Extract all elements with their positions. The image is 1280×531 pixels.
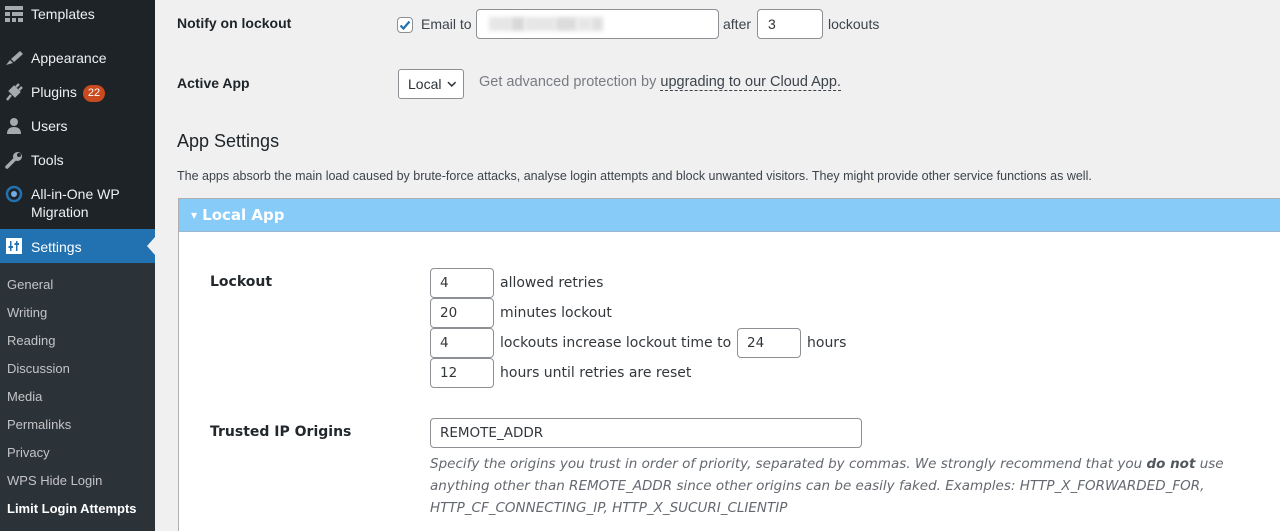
sidebar-item-label: Users bbox=[31, 118, 68, 134]
sidebar-item-tools[interactable]: Tools bbox=[0, 150, 155, 170]
submenu-item-general[interactable]: General bbox=[7, 277, 53, 293]
minutes-lockout-label: minutes lockout bbox=[500, 305, 612, 321]
cloud-app-promo: Get advanced protection by upgrading to … bbox=[479, 74, 841, 91]
settings-submenu: General Writing Reading Discussion Media… bbox=[0, 263, 155, 531]
trusted-ip-origins-label: Trusted IP Origins bbox=[210, 424, 352, 440]
upgrade-cloud-app-link[interactable]: upgrading to our Cloud App. bbox=[660, 74, 841, 91]
sidebar-item-label: Tools bbox=[31, 152, 64, 168]
trusted-ip-help-text: Specify the origins you trust in order o… bbox=[430, 456, 1224, 516]
email-to-label: Email to bbox=[421, 16, 472, 32]
reset-hours-input[interactable]: 12 bbox=[430, 358, 494, 388]
sidebar-item-templates[interactable]: Templates bbox=[0, 4, 155, 24]
sidebar-item-label: Settings bbox=[31, 238, 82, 255]
notify-on-lockout-label: Notify on lockout bbox=[177, 15, 292, 31]
wrench-icon bbox=[4, 150, 24, 170]
submenu-item-permalinks[interactable]: Permalinks bbox=[7, 417, 71, 433]
lockouts-increase-input[interactable]: 4 bbox=[430, 328, 494, 358]
lockouts-count-input[interactable]: 3 bbox=[757, 9, 823, 39]
chevron-down-icon bbox=[447, 81, 457, 87]
paintbrush-icon bbox=[4, 48, 24, 68]
templates-icon bbox=[4, 4, 24, 24]
sidebar-item-label: All-in-One WP Migration bbox=[31, 186, 120, 220]
active-app-select[interactable]: Local bbox=[398, 69, 464, 99]
sidebar-item-label: Templates bbox=[31, 6, 95, 22]
submenu-item-reading[interactable]: Reading bbox=[7, 333, 55, 349]
notify-email-checkbox[interactable] bbox=[397, 17, 413, 33]
sidebar-item-label: Appearance bbox=[31, 50, 107, 66]
after-label: after bbox=[723, 16, 752, 32]
sidebar-item-plugins[interactable]: Plugins 22 bbox=[0, 82, 155, 102]
local-app-panel: ▼ Local App Lockout 4 allowed retries 20… bbox=[178, 198, 1280, 531]
trusted-ip-origins-input[interactable]: REMOTE_ADDR bbox=[430, 418, 862, 448]
admin-sidebar: Templates Appearance Plugins 22 Users Too… bbox=[0, 0, 155, 531]
caret-down-icon: ▼ bbox=[191, 210, 198, 220]
allowed-retries-label: allowed retries bbox=[500, 275, 604, 291]
local-app-panel-header[interactable]: ▼ Local App bbox=[179, 199, 1280, 232]
plugins-update-badge: 22 bbox=[82, 85, 106, 102]
active-app-selected: Local bbox=[408, 76, 442, 92]
hours-label: hours bbox=[807, 335, 847, 351]
checkmark-icon bbox=[399, 20, 411, 30]
sidebar-item-label: Plugins 22 bbox=[31, 82, 106, 102]
local-app-title: Local App bbox=[202, 206, 285, 224]
reset-hours-label: hours until retries are reset bbox=[500, 365, 692, 381]
active-app-label: Active App bbox=[177, 75, 250, 91]
plugin-icon bbox=[4, 82, 24, 102]
user-icon bbox=[4, 116, 24, 136]
submenu-item-limit-login-attempts[interactable]: Limit Login Attempts bbox=[7, 501, 137, 517]
sidebar-item-appearance[interactable]: Appearance bbox=[0, 48, 155, 68]
app-settings-heading: App Settings bbox=[177, 131, 280, 151]
submenu-item-discussion[interactable]: Discussion bbox=[7, 361, 70, 377]
minutes-lockout-input[interactable]: 20 bbox=[430, 298, 494, 328]
submenu-item-privacy[interactable]: Privacy bbox=[7, 445, 50, 461]
sidebar-item-users[interactable]: Users bbox=[0, 116, 155, 136]
lockouts-increase-label: lockouts increase lockout time to bbox=[500, 335, 732, 351]
migration-icon bbox=[4, 184, 24, 204]
submenu-item-media[interactable]: Media bbox=[7, 389, 42, 405]
lockout-label: Lockout bbox=[210, 274, 273, 290]
notify-email-input[interactable] bbox=[476, 9, 719, 39]
main-content: Notify on lockout Email to after 3 locko… bbox=[155, 0, 1280, 531]
active-menu-arrow bbox=[147, 237, 155, 255]
lockouts-label: lockouts bbox=[828, 16, 880, 32]
sidebar-item-all-in-one-wp-migration[interactable]: All-in-One WP Migration bbox=[0, 184, 155, 221]
increase-hours-input[interactable]: 24 bbox=[737, 328, 801, 358]
submenu-item-writing[interactable]: Writing bbox=[7, 305, 47, 321]
submenu-item-wps-hide-login[interactable]: WPS Hide Login bbox=[7, 473, 102, 489]
sidebar-item-settings[interactable]: Settings bbox=[0, 229, 155, 263]
settings-icon bbox=[4, 236, 24, 256]
app-settings-description: The apps absorb the main load caused by … bbox=[177, 169, 1092, 183]
allowed-retries-input[interactable]: 4 bbox=[430, 268, 494, 298]
